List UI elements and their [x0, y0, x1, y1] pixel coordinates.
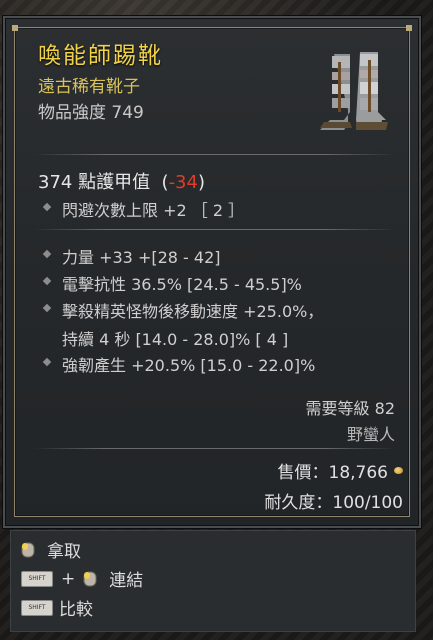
requirements: 需要等級 82 野蠻人 [306, 395, 395, 445]
diamond-bullet-icon [42, 276, 52, 286]
compare-label: 比較 [59, 600, 93, 620]
frame-corner [406, 25, 412, 31]
shift-key-icon: SHIFT [21, 599, 53, 616]
diamond-bullet-icon [42, 303, 52, 313]
plus-sign: + [61, 568, 76, 589]
armor-value: 374 點護甲值 (-34) [38, 172, 205, 193]
left-mouse-icon [21, 542, 35, 557]
link-label: 連結 [109, 571, 144, 591]
item-power: 物品強度 749 [38, 103, 144, 123]
item-name: 喚能師踢靴 [38, 43, 163, 69]
affix-toughness: 強韌產生 +20.5% [15.0 - 22.0]% [42, 352, 315, 376]
divider [34, 448, 396, 449]
required-class: 野蠻人 [346, 425, 395, 444]
take-label: 拿取 [47, 542, 81, 562]
diamond-bullet-icon [42, 249, 52, 259]
item-rarity-type: 遠古稀有靴子 [38, 77, 140, 97]
implicit-affix: 閃避次數上限 +2 ［ 2 ］ [42, 197, 244, 221]
divider [34, 229, 396, 230]
sell-value: 售價：18,766 [277, 463, 388, 483]
boots-icon [320, 52, 388, 130]
sale-info: 售價：18,766 耐久度：100/100 [264, 458, 403, 513]
frame-corner [12, 25, 18, 31]
compare-action[interactable]: SHIFT 比較 [21, 595, 93, 620]
left-mouse-icon [83, 571, 97, 586]
affix-lightning-resist: 電擊抗性 36.5% [24.5 - 45.5]% [42, 271, 302, 295]
affix-movement-speed: 擊殺精英怪物後移動速度 +25.0%， 持續 4 秒 [14.0 - 28.0]… [42, 298, 323, 350]
divider [34, 154, 396, 155]
durability: 耐久度：100/100 [264, 493, 403, 513]
link-action[interactable]: SHIFT + 連結 [21, 566, 143, 591]
shift-key-icon: SHIFT [21, 570, 53, 587]
armor-text: 374 點護甲值 [38, 172, 151, 193]
armor-delta: -34 [168, 172, 198, 193]
action-bar: 拿取 SHIFT + 連結 SHIFT 比較 [10, 530, 416, 632]
diamond-bullet-icon [42, 357, 52, 367]
required-level: 需要等級 82 [305, 399, 395, 418]
diamond-bullet-icon [42, 202, 52, 212]
take-action[interactable]: 拿取 [21, 537, 81, 562]
gold-coin-icon [394, 467, 403, 474]
affix-strength: 力量 +33 +[28 - 42] [42, 244, 221, 268]
